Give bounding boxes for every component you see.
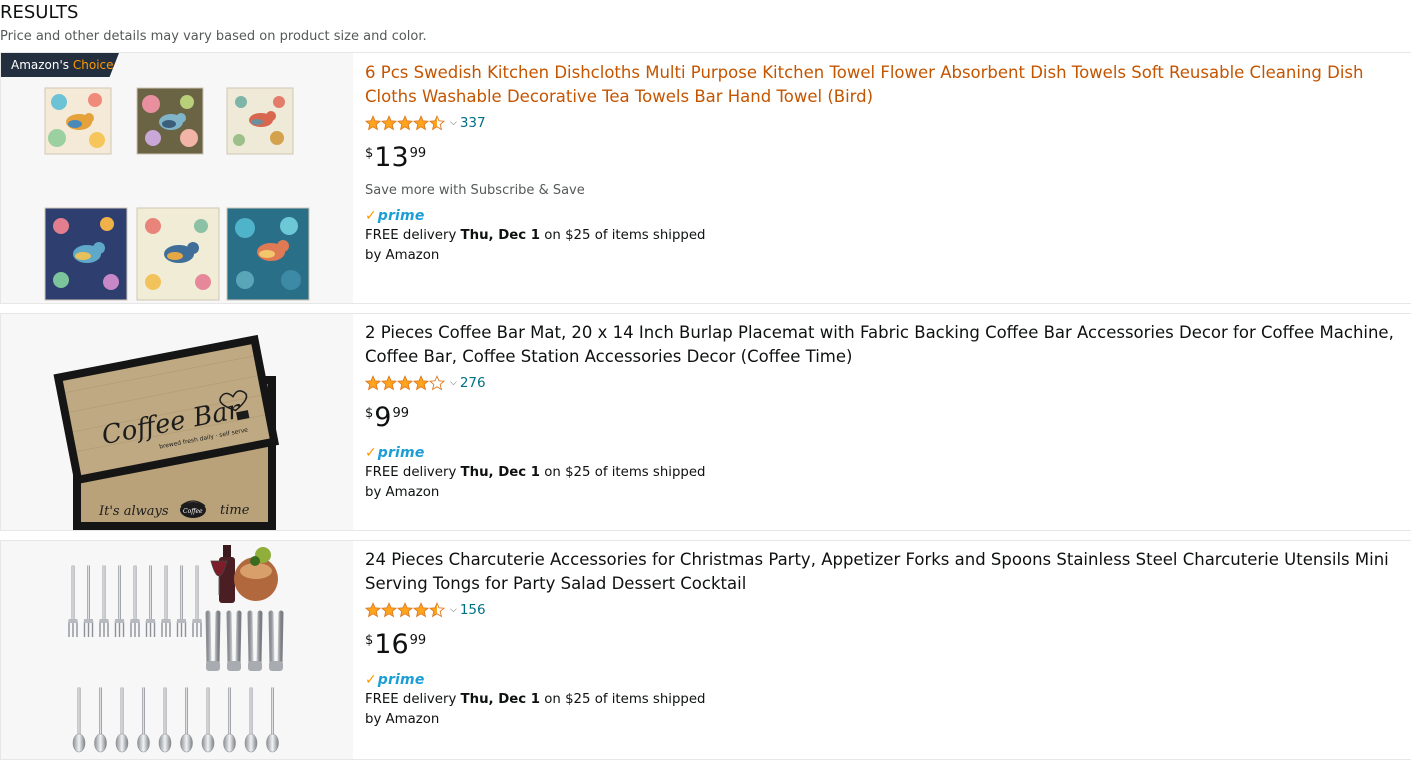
mat-bottom-right-text: time	[220, 503, 250, 518]
prime-check-icon: ✓	[365, 208, 377, 224]
star-icon	[381, 602, 397, 618]
price[interactable]: $ 9 99	[365, 403, 1411, 435]
delivery-date: Thu, Dec 1	[460, 465, 541, 480]
rating-row: ⌵ 276	[365, 373, 1411, 393]
bird-dishcloths-image	[1, 53, 353, 303]
price-whole: 9	[374, 402, 392, 433]
prime-label: prime	[377, 208, 425, 224]
star-rating[interactable]	[365, 602, 445, 618]
price[interactable]: $ 16 99	[365, 630, 1411, 662]
price[interactable]: $ 13 99	[365, 143, 1411, 175]
star-icon	[365, 602, 381, 618]
badge-label: Amazon's	[11, 58, 70, 72]
product-card: Amazon's Choice 6 Pcs Swedish Kitchen Di…	[0, 52, 1411, 304]
coffee-bar-mat-image: Coffee Bar brewed fresh daily · self ser…	[1, 314, 353, 530]
star-icon	[381, 375, 397, 391]
amazons-choice-badge: Amazon's Choice	[1, 53, 119, 77]
mat-bottom-left-text: It's always	[98, 504, 169, 519]
product-image[interactable]: Coffee Bar brewed fresh daily · self ser…	[1, 314, 353, 530]
price-symbol: $	[365, 633, 374, 648]
delivery-date: Thu, Dec 1	[460, 228, 541, 243]
delivery-info: FREE delivery Thu, Dec 1 on $25 of items…	[365, 226, 710, 266]
star-icon	[413, 115, 429, 131]
delivery-prefix: FREE delivery	[365, 228, 457, 243]
price-whole: 16	[374, 629, 409, 660]
price-fraction: 99	[409, 146, 427, 161]
rating-row: ⌵ 337	[365, 113, 1411, 133]
rating-row: ⌵ 156	[365, 600, 1411, 620]
prime-check-icon: ✓	[365, 672, 377, 688]
prime-badge: ✓ prime	[365, 671, 1411, 689]
star-icon	[429, 375, 445, 391]
prime-check-icon: ✓	[365, 445, 377, 461]
results-heading: RESULTS	[0, 2, 79, 23]
star-icon	[365, 375, 381, 391]
star-rating[interactable]	[365, 375, 445, 391]
chevron-down-icon[interactable]: ⌵	[450, 118, 457, 128]
star-rating[interactable]	[365, 115, 445, 131]
price-symbol: $	[365, 406, 374, 421]
chevron-down-icon[interactable]: ⌵	[450, 605, 457, 615]
chevron-down-icon[interactable]: ⌵	[450, 378, 457, 388]
star-icon	[413, 375, 429, 391]
delivery-prefix: FREE delivery	[365, 692, 457, 707]
subscribe-save-text: Save more with Subscribe & Save	[365, 183, 585, 198]
star-icon	[429, 115, 445, 131]
star-icon	[429, 602, 445, 618]
rating-count-link[interactable]: 337	[460, 115, 486, 131]
product-image[interactable]: Amazon's Choice	[1, 53, 353, 303]
star-icon	[381, 115, 397, 131]
product-title-link[interactable]: 2 Pieces Coffee Bar Mat, 20 x 14 Inch Bu…	[365, 321, 1411, 369]
price-whole: 13	[374, 142, 409, 173]
product-title-link[interactable]: 24 Pieces Charcuterie Accessories for Ch…	[365, 548, 1411, 596]
mat-cup-text: Coffee	[183, 508, 203, 515]
star-icon	[397, 115, 413, 131]
product-card: 24 Pieces Charcuterie Accessories for Ch…	[0, 540, 1411, 760]
badge-choice-label: Choice	[72, 58, 114, 72]
price-fraction: 99	[392, 406, 410, 421]
delivery-info: FREE delivery Thu, Dec 1 on $25 of items…	[365, 463, 710, 503]
price-fraction: 99	[409, 633, 427, 648]
prime-label: prime	[377, 445, 425, 461]
price-disclaimer: Price and other details may vary based o…	[0, 29, 427, 44]
product-image[interactable]	[1, 541, 353, 759]
rating-count-link[interactable]: 276	[460, 375, 486, 391]
prime-badge: ✓ prime	[365, 207, 1411, 225]
delivery-date: Thu, Dec 1	[460, 692, 541, 707]
star-icon	[413, 602, 429, 618]
star-icon	[397, 375, 413, 391]
charcuterie-utensils-image	[1, 541, 353, 759]
rating-count-link[interactable]: 156	[460, 602, 486, 618]
product-title-link[interactable]: 6 Pcs Swedish Kitchen Dishcloths Multi P…	[365, 61, 1411, 109]
star-icon	[365, 115, 381, 131]
fork-row	[68, 565, 202, 637]
star-icon	[397, 602, 413, 618]
product-info: 24 Pieces Charcuterie Accessories for Ch…	[365, 541, 1411, 730]
prime-label: prime	[377, 672, 425, 688]
product-card: Coffee Bar brewed fresh daily · self ser…	[0, 313, 1411, 531]
delivery-prefix: FREE delivery	[365, 465, 457, 480]
prime-badge: ✓ prime	[365, 444, 1411, 462]
product-info: 2 Pieces Coffee Bar Mat, 20 x 14 Inch Bu…	[365, 314, 1411, 503]
delivery-info: FREE delivery Thu, Dec 1 on $25 of items…	[365, 690, 710, 730]
price-symbol: $	[365, 146, 374, 161]
product-info: 6 Pcs Swedish Kitchen Dishcloths Multi P…	[365, 53, 1411, 266]
